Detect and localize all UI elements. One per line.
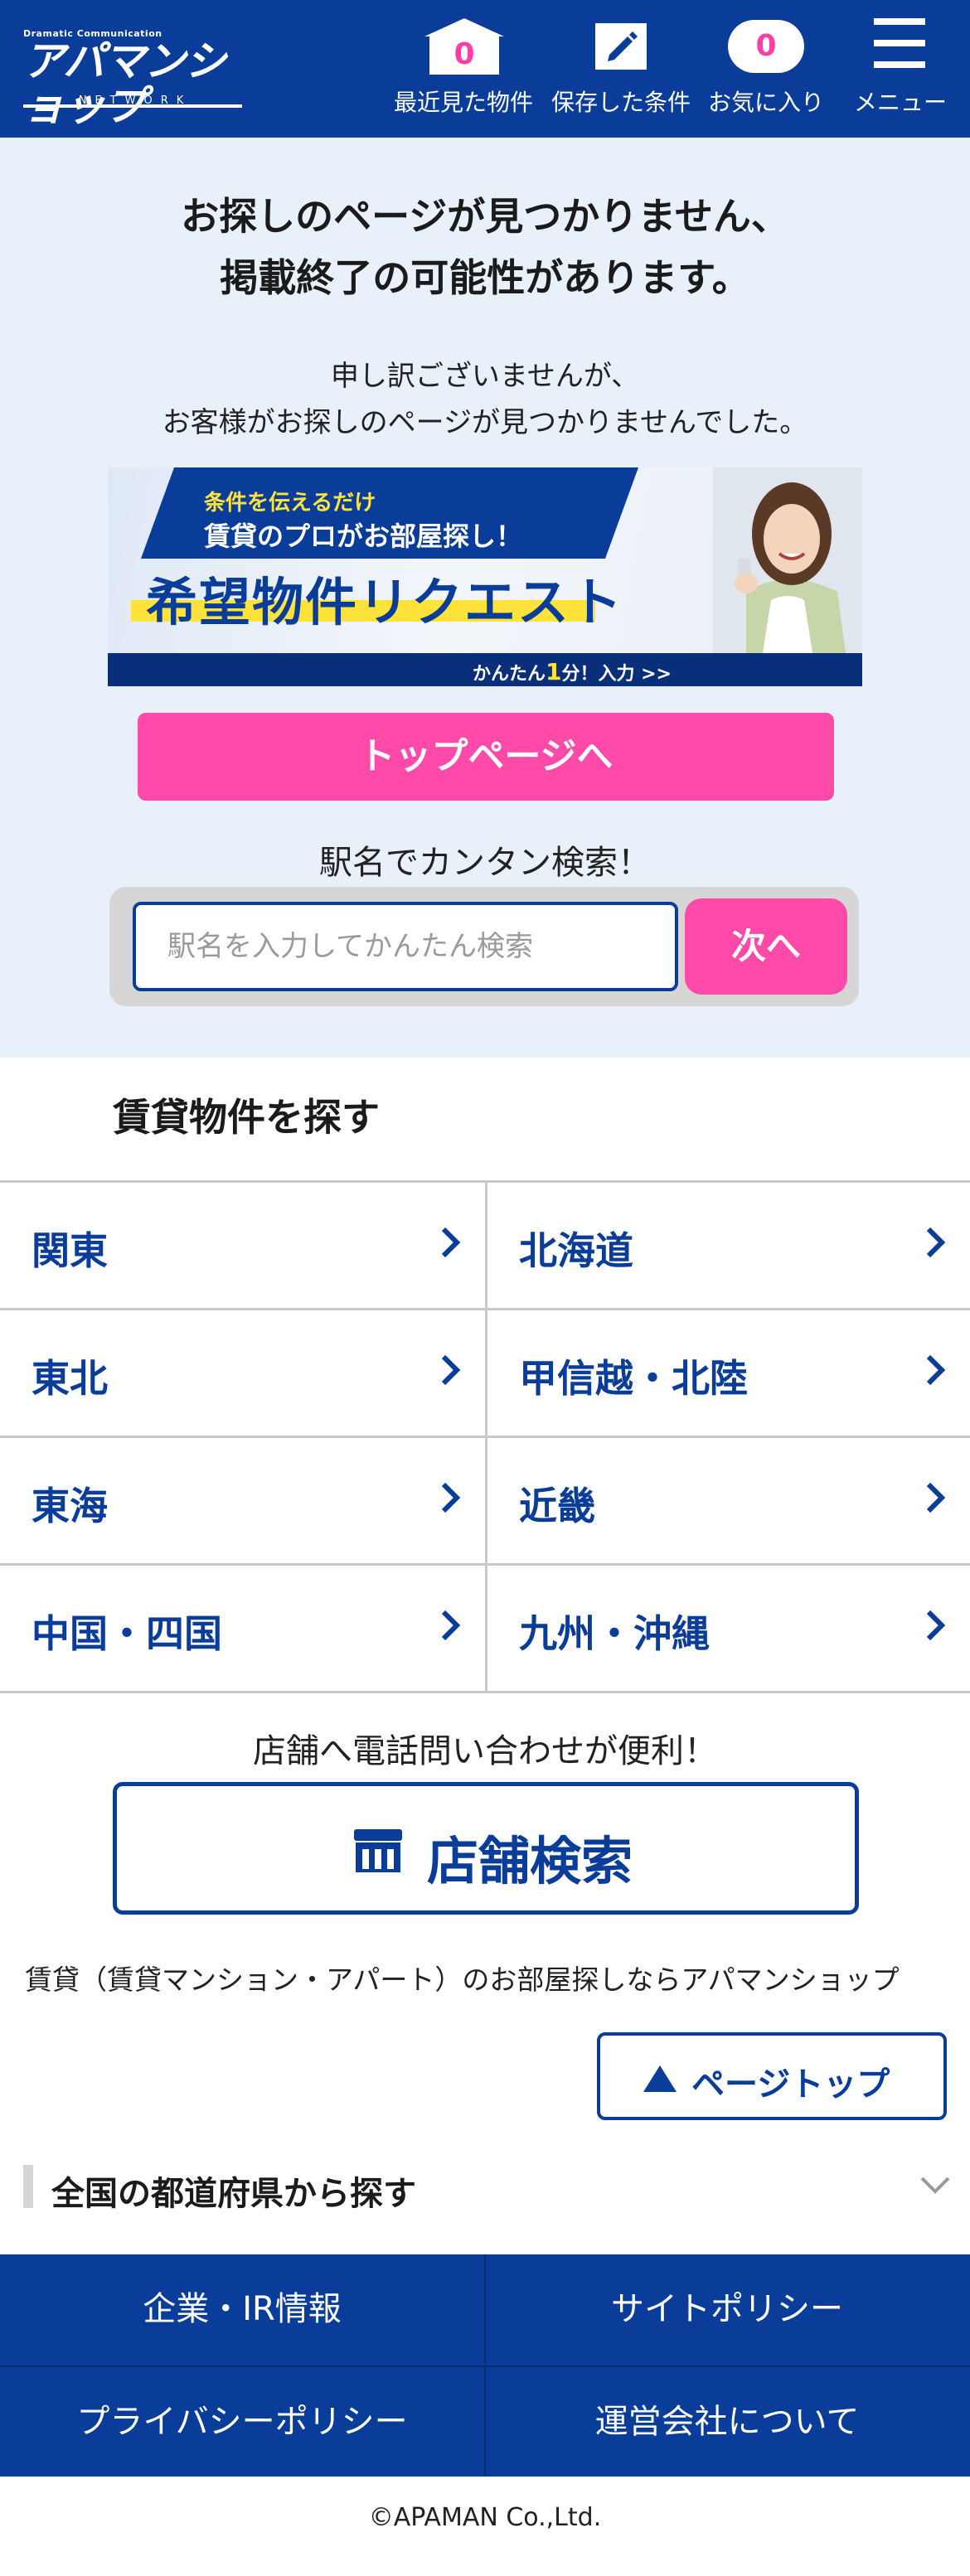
region-label: 関東 xyxy=(32,1228,108,1273)
logo-network: NETWORK xyxy=(78,94,192,107)
favorites-label: お気に入り xyxy=(707,89,824,116)
page-top-button[interactable]: ページトップ xyxy=(597,2032,947,2120)
region-kyushu-okinawa[interactable]: 九州・沖縄 xyxy=(485,1566,970,1693)
store-icon xyxy=(354,1829,402,1872)
recent-label: 最近見た物件 xyxy=(393,89,533,116)
banner-footer-text: かんたん1分！入力 >> xyxy=(472,658,672,685)
shop-search-label: 店舗検索 xyxy=(427,1831,633,1891)
banner-small-text: 条件を伝えるだけ xyxy=(204,491,376,516)
region-label: 東海 xyxy=(32,1484,108,1528)
site-header: Dramatic Communication アパマンショップ NETWORK … xyxy=(0,0,970,138)
region-label: 甲信越・北陸 xyxy=(519,1356,748,1401)
logo-name: アパマンショップ xyxy=(23,37,226,130)
not-found-message-line2: お客様がお探しのページが見つかりませんでした。 xyxy=(162,406,808,439)
not-found-title-line1: お探しのページが見つかりません、 xyxy=(181,194,789,239)
arrow-up-icon xyxy=(643,2065,677,2092)
prefecture-accordion-title: 全国の都道府県から探す xyxy=(51,2175,416,2213)
property-request-banner[interactable]: 条件を伝えるだけ 賃貸のプロがお部屋探し！ 希望物件リクエスト かんたん1分！入… xyxy=(108,467,862,686)
region-label: 東北 xyxy=(32,1356,108,1401)
recent-items-button[interactable]: 0 最近見た物件 xyxy=(386,0,541,138)
house-icon: 0 xyxy=(424,18,504,76)
region-grid: 関東 北海道 東北 甲信越・北陸 東海 近畿 中国・四国 九州・沖縄 xyxy=(0,1180,970,1693)
footer-link-corporate-ir[interactable]: 企業・IR情報 xyxy=(0,2254,484,2364)
footer-link-site-policy[interactable]: サイトポリシー xyxy=(484,2254,968,2364)
page-top-label: ページトップ xyxy=(691,2065,890,2104)
region-label: 九州・沖縄 xyxy=(519,1611,710,1656)
region-chugoku-shikoku[interactable]: 中国・四国 xyxy=(0,1566,485,1693)
region-tokai[interactable]: 東海 xyxy=(0,1438,485,1566)
footer-link-privacy-policy[interactable]: プライバシーポリシー xyxy=(0,2367,484,2477)
station-search-input[interactable] xyxy=(133,902,678,991)
pencil-icon xyxy=(595,23,647,70)
next-button[interactable]: 次へ xyxy=(685,898,847,995)
saved-conditions-button[interactable]: 保存した条件 xyxy=(544,0,698,138)
hamburger-icon xyxy=(874,18,925,70)
station-search-label: 駅名でカンタン検索！ xyxy=(319,844,651,882)
not-found-message: 申し訳ございませんが、 お客様がお探しのページが見つかりませんでした。 xyxy=(0,353,970,446)
region-kinki[interactable]: 近畿 xyxy=(485,1438,970,1566)
chevron-right-icon xyxy=(441,1227,460,1258)
region-label: 北海道 xyxy=(519,1228,633,1273)
banner-mid-text: 賃貸のプロがお部屋探し！ xyxy=(204,521,523,552)
saved-label: 保存した条件 xyxy=(550,89,691,116)
chevron-right-icon xyxy=(441,1610,460,1641)
chevron-right-icon xyxy=(441,1354,460,1386)
region-label: 近畿 xyxy=(519,1484,595,1528)
top-page-button[interactable]: トップページへ xyxy=(138,713,834,801)
site-description: 賃貸（賃貸マンション・アパート）のお部屋探しならアパマンショップ xyxy=(25,1963,900,1996)
rental-section-title: 賃貸物件を探す xyxy=(113,1095,380,1140)
footer-link-company[interactable]: 運営会社について xyxy=(484,2367,968,2477)
not-found-title-line2: 掲載終了の可能性があります。 xyxy=(220,255,750,300)
menu-label: メニュー xyxy=(853,89,947,116)
footer-links: 企業・IR情報 サイトポリシー プライバシーポリシー 運営会社について xyxy=(0,2254,970,2477)
chevron-right-icon xyxy=(926,1482,945,1513)
favorites-button[interactable]: 0 お気に入り xyxy=(703,0,829,138)
not-found-title: お探しのページが見つかりません、 掲載終了の可能性があります。 xyxy=(0,186,970,308)
recent-count: 0 xyxy=(429,35,499,75)
chevron-right-icon xyxy=(926,1610,945,1641)
prefecture-accordion[interactable]: 全国の都道府県から探す xyxy=(23,2165,952,2213)
chevron-right-icon xyxy=(926,1227,945,1258)
chevron-right-icon xyxy=(441,1482,460,1513)
woman-with-phone-image xyxy=(713,467,862,653)
copyright: ©APAMAN Co.,Ltd. xyxy=(368,2503,602,2532)
region-koshinetsu-hokuriku[interactable]: 甲信越・北陸 xyxy=(485,1310,970,1438)
menu-button[interactable]: メニュー xyxy=(839,0,962,138)
region-label: 中国・四国 xyxy=(32,1611,222,1656)
station-search-box: 次へ xyxy=(109,887,859,1006)
shop-search-button[interactable]: 店舗検索 xyxy=(113,1782,859,1915)
chevron-right-icon xyxy=(926,1354,945,1386)
chevron-down-icon xyxy=(920,2177,950,2194)
favorites-count: 0 xyxy=(728,20,804,73)
apamanshop-logo[interactable]: Dramatic Communication アパマンショップ NETWORK xyxy=(23,28,247,128)
region-kanto[interactable]: 関東 xyxy=(0,1183,485,1310)
shop-phone-label: 店舗へ電話問い合わせが便利！ xyxy=(253,1732,717,1770)
region-hokkaido[interactable]: 北海道 xyxy=(485,1183,970,1310)
region-tohoku[interactable]: 東北 xyxy=(0,1310,485,1438)
banner-title: 希望物件リクエスト xyxy=(146,572,624,632)
not-found-message-line1: 申し訳ございませんが、 xyxy=(330,360,640,393)
